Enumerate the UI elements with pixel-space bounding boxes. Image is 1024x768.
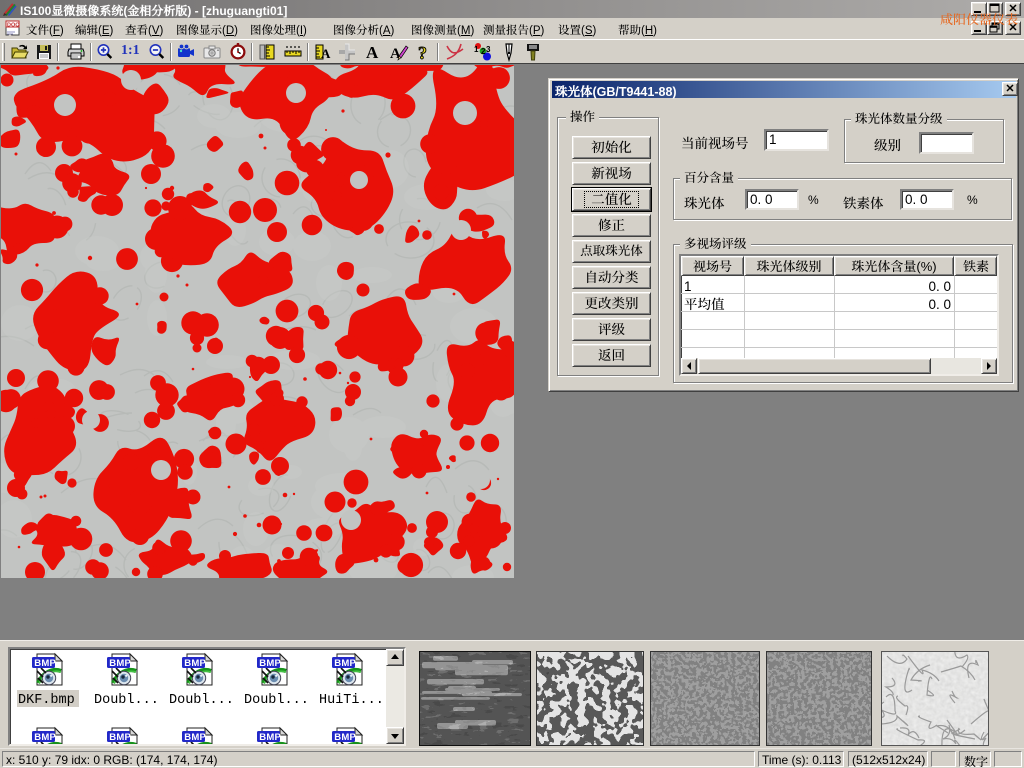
svg-text:Doubl...: Doubl... — [94, 693, 159, 708]
svg-text:平均值: 平均值 — [684, 297, 725, 312]
svg-text:0. 0: 0. 0 — [928, 279, 951, 294]
svg-text:0. 0: 0. 0 — [928, 297, 951, 312]
svg-text:3: 3 — [486, 45, 491, 54]
svg-text:A: A — [366, 43, 379, 62]
svg-text:1: 1 — [474, 45, 479, 54]
svg-text:?: ? — [418, 43, 427, 62]
svg-text:DOC: DOC — [7, 23, 19, 29]
svg-text:DKF.bmp: DKF.bmp — [18, 693, 75, 708]
svg-text:1: 1 — [684, 279, 692, 294]
svg-text:HuiTi...: HuiTi... — [319, 693, 384, 708]
svg-text:Doubl...: Doubl... — [169, 693, 234, 708]
svg-text:A: A — [390, 46, 401, 62]
svg-text:Doubl...: Doubl... — [244, 693, 309, 708]
svg-text:A: A — [321, 46, 331, 61]
